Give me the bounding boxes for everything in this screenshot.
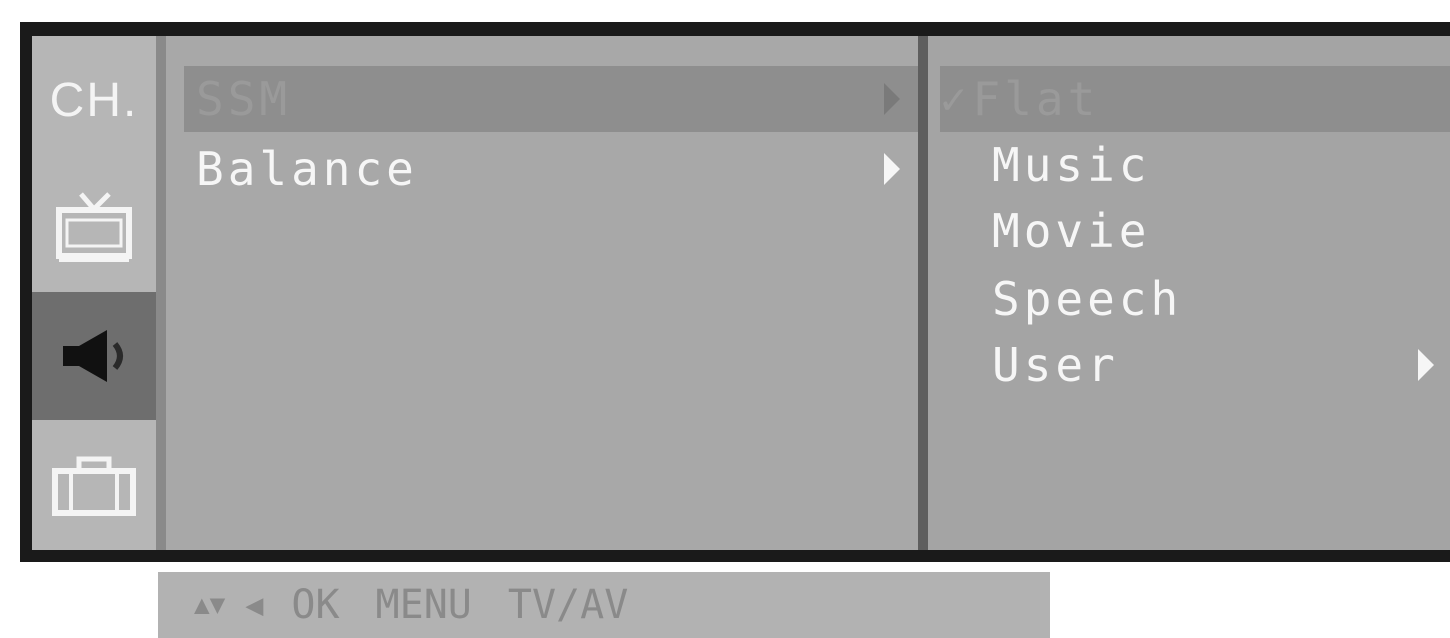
submenu-item-label: Movie — [992, 204, 1151, 258]
menu-key-label: MENU — [375, 582, 472, 628]
menu-item-label: Balance — [196, 142, 418, 196]
chevron-right-icon — [884, 153, 900, 185]
menu-item-label: SSM — [196, 72, 292, 126]
checkmark-icon: ✓ — [940, 73, 971, 125]
submenu-item-label: User — [992, 338, 1119, 392]
submenu-item-movie[interactable]: Movie — [992, 198, 1442, 264]
tvav-key-label: TV/AV — [507, 582, 629, 628]
menu-item-balance[interactable]: Balance — [184, 136, 918, 202]
submenu-item-speech[interactable]: Speech — [992, 266, 1442, 332]
category-rail: CH. — [32, 36, 156, 550]
panel-divider — [918, 36, 928, 550]
audio-menu-panel: SSM Balance — [166, 36, 918, 550]
channel-label: CH. — [49, 73, 139, 127]
chevron-right-icon — [884, 83, 900, 115]
menu-item-ssm[interactable]: SSM — [184, 66, 918, 132]
submenu-item-label: Speech — [992, 272, 1183, 326]
ok-key-label: OK — [291, 582, 340, 628]
chevron-right-icon — [1418, 349, 1434, 381]
key-help-bar: ▲▼ ◀ OK MENU TV/AV — [158, 572, 1050, 638]
briefcase-icon — [51, 455, 137, 517]
submenu-item-label: Music — [992, 138, 1151, 192]
rail-separator — [156, 36, 166, 550]
up-down-arrows-icon: ▲▼ — [194, 590, 226, 620]
left-arrow-icon: ◀ — [245, 587, 264, 623]
submenu-item-label: Flat — [972, 72, 1100, 126]
rail-item-audio[interactable] — [32, 292, 156, 420]
rail-item-channel[interactable]: CH. — [32, 36, 156, 164]
submenu-item-music[interactable]: Music — [992, 132, 1442, 198]
submenu-item-user[interactable]: User — [992, 332, 1450, 398]
rail-item-setup[interactable] — [32, 422, 156, 550]
submenu-item-flat[interactable]: ✓ Flat — [940, 66, 1450, 132]
speaker-icon — [49, 326, 139, 386]
ssm-submenu-panel: ✓ Flat Music Movie Speech User — [928, 36, 1450, 550]
rail-item-picture[interactable] — [32, 164, 156, 292]
tv-icon — [53, 190, 135, 266]
